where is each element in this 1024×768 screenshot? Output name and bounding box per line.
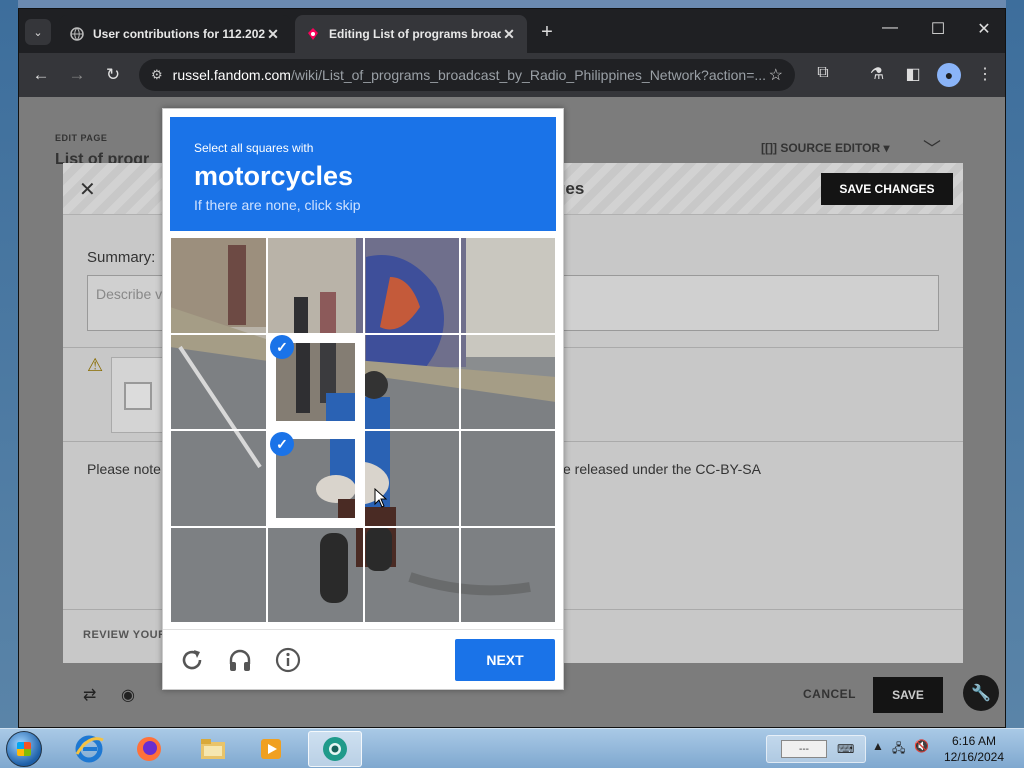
- desktop-right-edge: [1006, 0, 1024, 728]
- profile-avatar-icon[interactable]: ●: [937, 63, 961, 87]
- url-text: russel.fandom.com/wiki/List_of_programs_…: [172, 67, 767, 83]
- globe-icon: [69, 26, 85, 42]
- window-close-icon[interactable]: ✕: [969, 19, 999, 39]
- site-info-icon[interactable]: ⚙: [151, 67, 163, 83]
- start-button[interactable]: [6, 731, 42, 767]
- edit-page-label: EDIT PAGE: [55, 133, 108, 143]
- warning-icon: ⚠: [87, 355, 104, 375]
- captcha-tile[interactable]: [364, 527, 460, 623]
- tray-indicator: ---: [781, 740, 827, 758]
- back-icon[interactable]: ←: [29, 65, 53, 85]
- tab-close-icon[interactable]: ✕: [501, 26, 517, 43]
- keyboard-icon[interactable]: ⌨: [837, 742, 854, 756]
- tab-editing-list[interactable]: Editing List of programs broad ✕: [295, 15, 527, 53]
- captcha-image-grid: ✓ ✓: [170, 237, 556, 623]
- chevron-down-icon[interactable]: ﹀: [923, 135, 941, 161]
- reload-icon[interactable]: ↻: [101, 65, 125, 85]
- captcha-tile[interactable]: [460, 334, 556, 430]
- cancel-button[interactable]: CANCEL: [803, 687, 856, 701]
- review-label: REVIEW YOUR: [83, 629, 167, 641]
- captcha-header: Select all squares with motorcycles If t…: [170, 117, 556, 231]
- captcha-target: motorcycles: [194, 161, 354, 191]
- tab-user-contributions[interactable]: User contributions for 112.202 ✕: [59, 15, 291, 53]
- chrome-app-icon[interactable]: [308, 731, 362, 767]
- captcha-tile[interactable]: [460, 237, 556, 334]
- license-note-tail: e released under the CC-BY-SA: [563, 461, 761, 477]
- menu-kebab-icon[interactable]: ⋮: [973, 64, 997, 84]
- captcha-tile[interactable]: [170, 334, 267, 430]
- next-button[interactable]: NEXT: [455, 639, 555, 681]
- minimize-icon[interactable]: —: [875, 19, 905, 37]
- headphones-icon[interactable]: [225, 647, 255, 680]
- wrench-icon[interactable]: 🔧: [963, 675, 999, 711]
- browser-toolbar: ← → ↻ ⚙ russel.fandom.com/wiki/List_of_p…: [19, 53, 1005, 97]
- labs-icon[interactable]: ⚗: [865, 64, 889, 84]
- info-icon[interactable]: [273, 647, 303, 680]
- internet-explorer-icon[interactable]: [62, 731, 116, 767]
- captcha-tile[interactable]: [460, 527, 556, 623]
- tab-title: Editing List of programs broad: [329, 27, 501, 41]
- captcha-challenge: Select all squares with motorcycles If t…: [162, 108, 564, 690]
- captcha-skip-hint: If there are none, click skip: [194, 197, 361, 213]
- summary-label: Summary:: [87, 249, 156, 266]
- tab-close-icon[interactable]: ✕: [265, 26, 281, 43]
- reload-challenge-icon[interactable]: [177, 647, 207, 680]
- license-note: Please note: [87, 461, 161, 477]
- save-changes-button[interactable]: SAVE CHANGES: [821, 173, 953, 205]
- captcha-tile[interactable]: [460, 430, 556, 527]
- checkmark-icon: ✓: [270, 335, 294, 359]
- save-button[interactable]: SAVE: [873, 677, 943, 713]
- tray-language-bar[interactable]: --- ⌨: [766, 735, 866, 763]
- captcha-tile[interactable]: [170, 430, 267, 527]
- captcha-checkbox[interactable]: [124, 382, 152, 410]
- bookmark-star-icon[interactable]: ☆: [769, 65, 783, 85]
- captcha-tile[interactable]: [170, 527, 267, 623]
- checkmark-icon: ✓: [270, 432, 294, 456]
- forward-icon[interactable]: →: [65, 65, 89, 85]
- divider: [163, 629, 563, 630]
- tab-title: User contributions for 112.202: [93, 27, 265, 41]
- captcha-tile[interactable]: [267, 237, 364, 334]
- captcha-tile[interactable]: [364, 430, 460, 527]
- clock-time: 6:16 AM: [951, 734, 997, 748]
- maximize-icon[interactable]: ☐: [923, 19, 953, 39]
- new-tab-button[interactable]: +: [535, 21, 559, 44]
- captcha-instruction: Select all squares with: [194, 141, 314, 155]
- extensions-icon[interactable]: ⧉: [811, 64, 835, 82]
- firefox-icon[interactable]: [122, 731, 176, 767]
- source-editor-toggle[interactable]: [[]] SOURCE EDITOR ▾: [761, 141, 889, 155]
- address-bar[interactable]: ⚙ russel.fandom.com/wiki/List_of_program…: [139, 59, 795, 91]
- side-panel-icon[interactable]: ◧: [901, 64, 925, 84]
- show-hidden-icons-icon[interactable]: ▲: [872, 739, 884, 753]
- file-explorer-icon[interactable]: [186, 731, 240, 767]
- mouse-cursor-icon: [374, 487, 388, 511]
- network-icon[interactable]: 🖧: [892, 739, 905, 760]
- close-icon[interactable]: ✕: [79, 177, 96, 202]
- diff-icon[interactable]: ⇄: [83, 685, 96, 705]
- desktop-left-edge: [0, 0, 18, 728]
- preview-eye-icon[interactable]: ◉: [121, 685, 135, 705]
- captcha-tile[interactable]: [364, 237, 460, 334]
- system-clock[interactable]: 6:16 AM 12/16/2024: [942, 733, 1006, 765]
- tab-search-button[interactable]: ⌄: [25, 19, 51, 45]
- media-player-icon[interactable]: [244, 731, 298, 767]
- captcha-tile[interactable]: [267, 527, 364, 623]
- clock-date: 12/16/2024: [943, 750, 1005, 764]
- volume-muted-icon[interactable]: 🔇: [914, 739, 929, 753]
- captcha-tile[interactable]: [170, 237, 267, 334]
- tab-strip: ⌄ User contributions for 112.202 ✕ Editi…: [19, 9, 1005, 53]
- captcha-tile[interactable]: [364, 334, 460, 430]
- taskbar: --- ⌨ ▲ 🖧 🔇 6:16 AM 12/16/2024: [0, 728, 1024, 768]
- fandom-icon: [305, 26, 321, 42]
